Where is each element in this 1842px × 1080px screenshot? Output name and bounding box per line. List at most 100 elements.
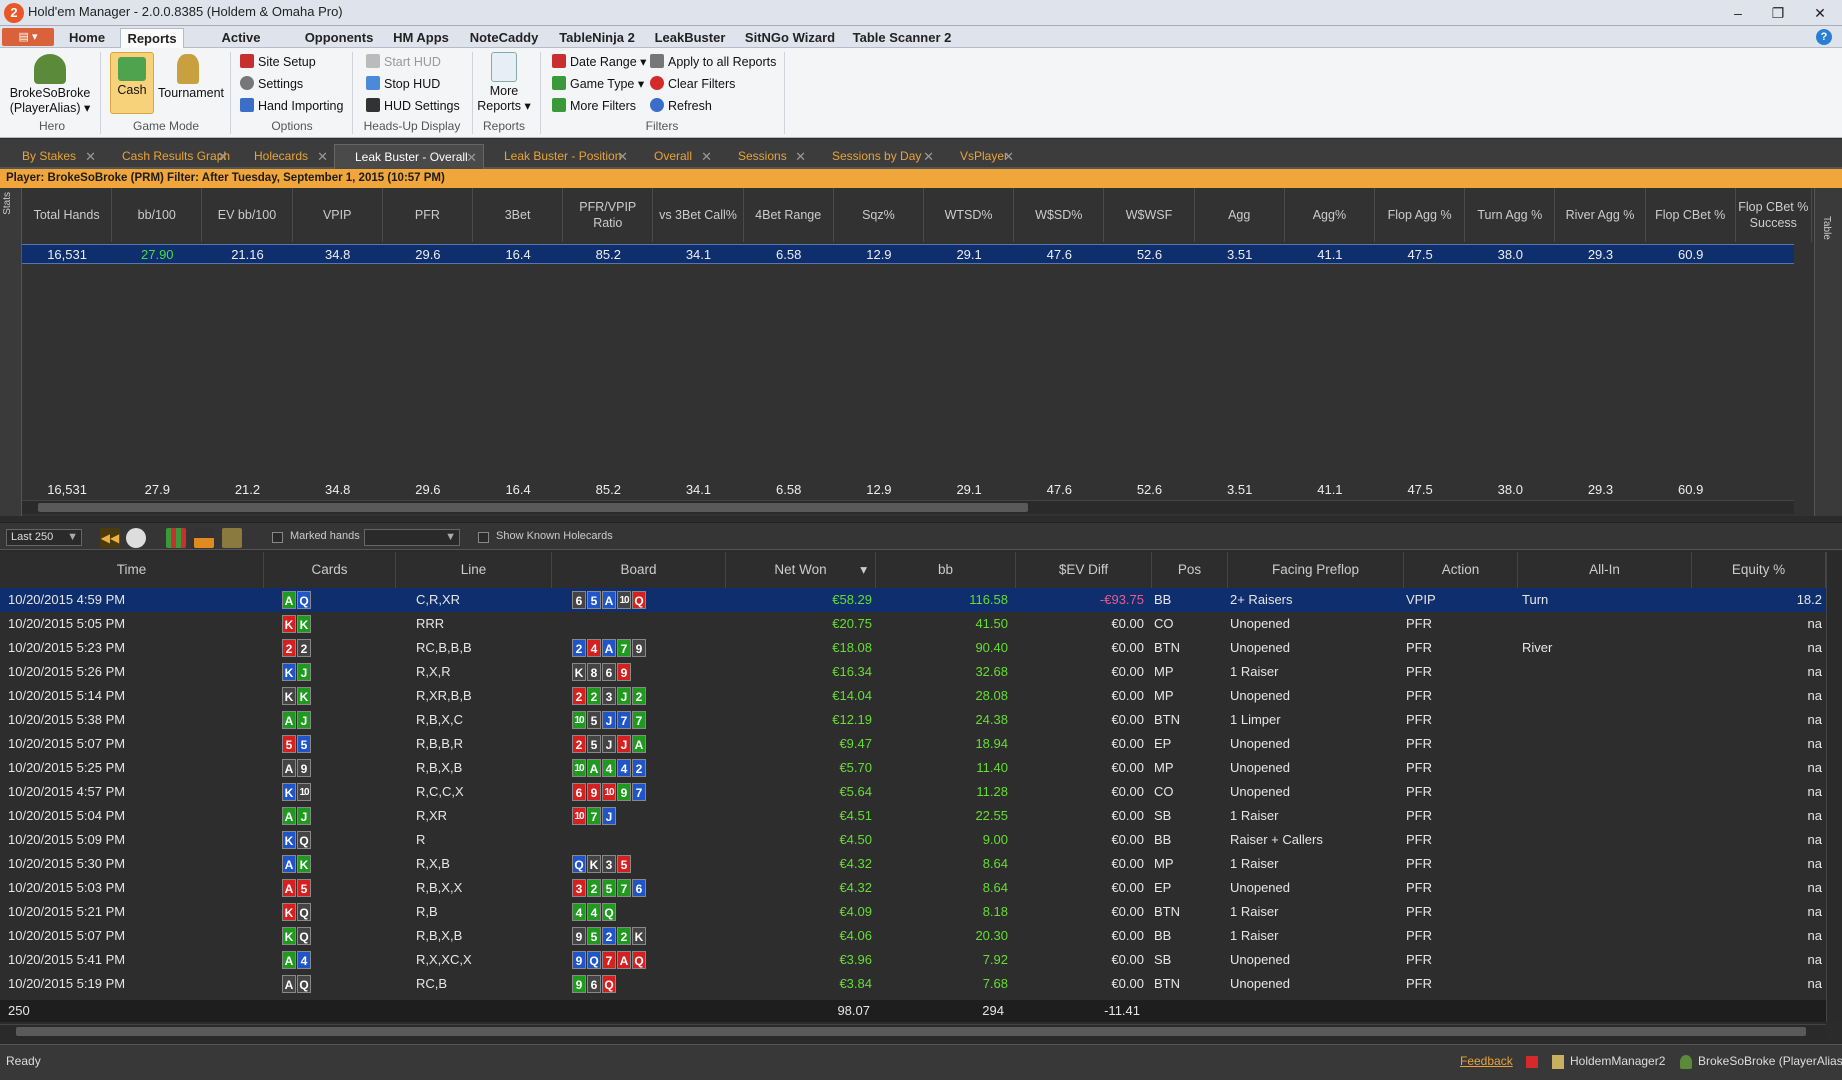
- doc-tab-overall[interactable]: Overall ✕: [634, 144, 718, 169]
- hands-col-header[interactable]: Time: [0, 552, 264, 588]
- hands-col-header[interactable]: Cards: [264, 552, 396, 588]
- stats-col-header[interactable]: W$SD%: [1014, 188, 1105, 242]
- stats-col-header[interactable]: River Agg %: [1555, 188, 1646, 242]
- help-icon[interactable]: ?: [1816, 29, 1832, 45]
- close-tab-icon[interactable]: ✕: [466, 145, 477, 170]
- hand-row[interactable]: 10/20/2015 4:57 PM K 10 R,C,C,X 6 9 10 9 7 €5.64 1…: [0, 780, 1826, 804]
- doc-tab-holecards[interactable]: Holecards ✕: [234, 144, 334, 169]
- hand-row[interactable]: 10/20/2015 5:07 PM 5 5 R,B,B,R 2 5 J J A €9.47 18.…: [0, 732, 1826, 756]
- close-button[interactable]: ✕: [1800, 0, 1840, 26]
- clear-filters-button[interactable]: Clear Filters: [650, 74, 735, 94]
- stats-col-header[interactable]: VPIP: [293, 188, 383, 242]
- restore-button[interactable]: ❐: [1758, 0, 1798, 26]
- more-filters-button[interactable]: More Filters: [552, 96, 636, 116]
- hands-col-header[interactable]: $EV Diff: [1016, 552, 1152, 588]
- hands-horizontal-scrollbar[interactable]: [0, 1024, 1826, 1040]
- stats-data-row[interactable]: 16,531 27.90 21.16 34.8 29.6 16.4 85.2 34.1 6.58…: [22, 244, 1794, 264]
- stats-col-header[interactable]: Turn Agg %: [1465, 188, 1556, 242]
- more-reports-button[interactable]: More Reports ▾: [476, 52, 532, 113]
- doc-tab-by-stakes[interactable]: By Stakes ✕: [2, 144, 102, 169]
- minimize-button[interactable]: –: [1718, 0, 1758, 26]
- scroll-thumb[interactable]: [38, 503, 1028, 512]
- scroll-thumb[interactable]: [16, 1027, 1806, 1036]
- hand-range-select[interactable]: Last 250 ▼: [6, 529, 82, 546]
- date-range-button[interactable]: Date Range ▾: [552, 52, 646, 72]
- hand-row[interactable]: 10/20/2015 5:05 PM K K RRR €20.75 41.50 €0.00 C…: [0, 612, 1826, 636]
- menu-tab-active-session[interactable]: Active Session: [196, 28, 286, 65]
- grid-view-icon[interactable]: [166, 528, 186, 548]
- hand-row[interactable]: 10/20/2015 5:07 PM K Q R,B,X,B 9 5 2 2 K €4.06 20.…: [0, 924, 1826, 948]
- hand-row[interactable]: 10/20/2015 5:14 PM K K R,XR,B,B 2 2 3 J 2 €14.04 2…: [0, 684, 1826, 708]
- stats-col-header[interactable]: Flop CBet % Success: [1736, 188, 1812, 242]
- table-side-panel[interactable]: Table: [1814, 188, 1842, 516]
- cash-mode-button[interactable]: Cash: [110, 52, 154, 114]
- settings-button[interactable]: Settings: [240, 74, 303, 94]
- menu-tab-sitngo-wizard[interactable]: SitNGo Wizard: [742, 28, 838, 49]
- hands-col-header[interactable]: bb: [876, 552, 1016, 588]
- menu-tab-leakbuster[interactable]: LeakBuster: [652, 28, 728, 49]
- hand-row[interactable]: 10/20/2015 5:23 PM 2 2 RC,B,B,B 2 4 A 7 9 €18.08 9…: [0, 636, 1826, 660]
- hand-row[interactable]: 10/20/2015 5:26 PM K J R,X,R K 8 6 9 €16.34 32.68…: [0, 660, 1826, 684]
- close-tab-icon[interactable]: ✕: [923, 144, 934, 169]
- hand-row[interactable]: 10/20/2015 5:25 PM A 9 R,B,X,B 10 A 4 4 2 €5.70 11…: [0, 756, 1826, 780]
- close-tab-icon[interactable]: ✕: [795, 144, 806, 169]
- hand-row[interactable]: 10/20/2015 4:59 PM A Q C,R,XR 6 5 A 10 Q €58.29 11…: [0, 588, 1826, 612]
- close-tab-icon[interactable]: ✕: [701, 144, 712, 169]
- menu-tab-hm-apps[interactable]: HM Apps: [390, 28, 452, 49]
- close-tab-icon[interactable]: ✕: [85, 144, 96, 169]
- refresh-button[interactable]: Refresh: [650, 96, 712, 116]
- doc-tab-leak-buster-position[interactable]: Leak Buster - Position ✕: [484, 144, 634, 169]
- replayer-icon[interactable]: [126, 528, 146, 548]
- apply-all-reports-button[interactable]: Apply to all Reports: [650, 52, 776, 72]
- close-tab-icon[interactable]: ✕: [317, 144, 328, 169]
- menu-tab-notecaddy[interactable]: NoteCaddy: [466, 28, 542, 49]
- stats-col-header[interactable]: PFR/VPIP Ratio: [563, 188, 654, 242]
- stats-col-header[interactable]: vs 3Bet Call%: [653, 188, 744, 242]
- hand-row[interactable]: 10/20/2015 5:03 PM A 5 R,B,X,X 3 2 5 7 6 €4.32 8.6…: [0, 876, 1826, 900]
- menu-tab-reports[interactable]: Reports: [120, 28, 184, 49]
- stats-col-header[interactable]: Sqz%: [834, 188, 924, 242]
- hands-col-header[interactable]: Net Won ▾: [726, 552, 876, 588]
- stats-col-header[interactable]: 3Bet: [473, 188, 564, 242]
- bar-chart-icon[interactable]: [194, 528, 214, 548]
- doc-tab-vsplayer[interactable]: VsPlayer ✕: [940, 144, 1020, 169]
- menu-tab-tableninja[interactable]: TableNinja 2: [556, 28, 638, 49]
- doc-tab-sessions-by-day[interactable]: Sessions by Day ✕: [812, 144, 940, 169]
- stats-col-header[interactable]: PFR: [383, 188, 473, 242]
- stats-col-header[interactable]: Flop Agg %: [1375, 188, 1466, 242]
- doc-tab-cash-results-graph[interactable]: Cash Results Graph ✕: [102, 144, 234, 169]
- menu-tab-opponents[interactable]: Opponents: [300, 28, 378, 49]
- doc-tab-sessions[interactable]: Sessions ✕: [718, 144, 812, 169]
- stats-col-header[interactable]: EV bb/100: [202, 188, 293, 242]
- hands-col-header[interactable]: Line: [396, 552, 552, 588]
- hand-row[interactable]: 10/20/2015 5:21 PM K Q R,B 4 4 Q €4.09 8.18 €0.00…: [0, 900, 1826, 924]
- marked-hands-checkbox[interactable]: [272, 532, 283, 543]
- hands-col-header[interactable]: All-In: [1518, 552, 1692, 588]
- menu-tab-home[interactable]: Home: [64, 28, 110, 49]
- hand-row[interactable]: 10/20/2015 5:04 PM A J R,XR 10 7 J €4.51 22.55 €0…: [0, 804, 1826, 828]
- marked-hands-select[interactable]: ▼: [364, 529, 460, 546]
- stop-hud-button[interactable]: Stop HUD: [366, 74, 440, 94]
- stats-horizontal-scrollbar[interactable]: [22, 500, 1794, 514]
- hand-row[interactable]: 10/20/2015 5:41 PM A 4 R,X,XC,X 9 Q 7 A Q €3.96 7.…: [0, 948, 1826, 972]
- trophy-icon[interactable]: [222, 528, 242, 548]
- hands-vertical-scrollbar[interactable]: [1826, 552, 1842, 1022]
- hand-importing-button[interactable]: Hand Importing: [240, 96, 343, 116]
- tournament-mode-button[interactable]: Tournament: [158, 54, 224, 100]
- stats-col-header[interactable]: bb/100: [112, 188, 203, 242]
- stats-col-header[interactable]: WTSD%: [924, 188, 1015, 242]
- site-setup-button[interactable]: Site Setup: [240, 52, 316, 72]
- stats-col-header[interactable]: Agg%: [1285, 188, 1375, 242]
- stats-col-header[interactable]: W$WSF: [1104, 188, 1195, 242]
- stats-col-header[interactable]: Total Hands: [22, 188, 113, 242]
- hand-row[interactable]: 10/20/2015 5:19 PM A Q RC,B 9 6 Q €3.84 7.68 €0.0…: [0, 972, 1826, 996]
- start-hud-button[interactable]: Start HUD: [366, 52, 441, 72]
- flag-icon[interactable]: [1526, 1056, 1538, 1068]
- hands-col-header[interactable]: Equity %: [1692, 552, 1826, 588]
- show-known-checkbox[interactable]: [478, 532, 489, 543]
- menu-tab-table-scanner[interactable]: Table Scanner 2: [852, 28, 952, 49]
- game-type-button[interactable]: Game Type ▾: [552, 74, 644, 94]
- hand-row[interactable]: 10/20/2015 5:38 PM A J R,B,X,C 10 5 J 7 7 €12.19 2…: [0, 708, 1826, 732]
- hands-col-header[interactable]: Board: [552, 552, 726, 588]
- feedback-link[interactable]: Feedback: [1460, 1054, 1513, 1068]
